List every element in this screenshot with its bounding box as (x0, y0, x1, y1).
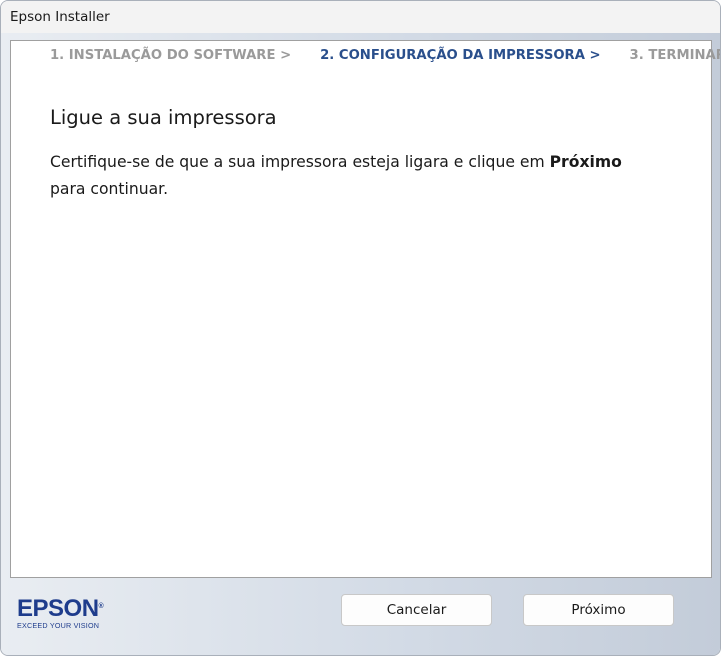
window-title: Epson Installer (10, 9, 110, 25)
page-title: Ligue a sua impressora (50, 106, 277, 129)
logo-tagline: EXCEED YOUR VISION (17, 621, 100, 630)
step-finish: 3. TERMINAR (629, 48, 721, 63)
step-printer-setup: 2. CONFIGURAÇÃO DA IMPRESSORA > (320, 48, 601, 63)
instruction-text: Certifique-se de que a sua impressora es… (50, 149, 670, 203)
instruction-next-keyword: Próximo (549, 153, 622, 171)
registered-mark-icon: ® (98, 603, 104, 610)
cancel-button[interactable]: Cancelar (341, 594, 492, 626)
epson-logo: EPSON® EXCEED YOUR VISION (17, 595, 104, 631)
installer-window: Epson Installer 1. INSTALAÇÃO DO SOFTWAR… (0, 0, 721, 656)
step-indicator: 1. INSTALAÇÃO DO SOFTWARE > 2. CONFIGURA… (50, 48, 721, 63)
title-bar: Epson Installer (1, 1, 720, 33)
content-panel: 1. INSTALAÇÃO DO SOFTWARE > 2. CONFIGURA… (10, 40, 720, 578)
instruction-text-part2: para continuar. (50, 180, 169, 198)
step-software-install: 1. INSTALAÇÃO DO SOFTWARE > (50, 48, 292, 63)
instruction-text-part1: Certifique-se de que a sua impressora es… (50, 153, 550, 171)
next-button[interactable]: Próximo (523, 594, 674, 626)
logo-wordmark: EPSON (17, 595, 99, 622)
